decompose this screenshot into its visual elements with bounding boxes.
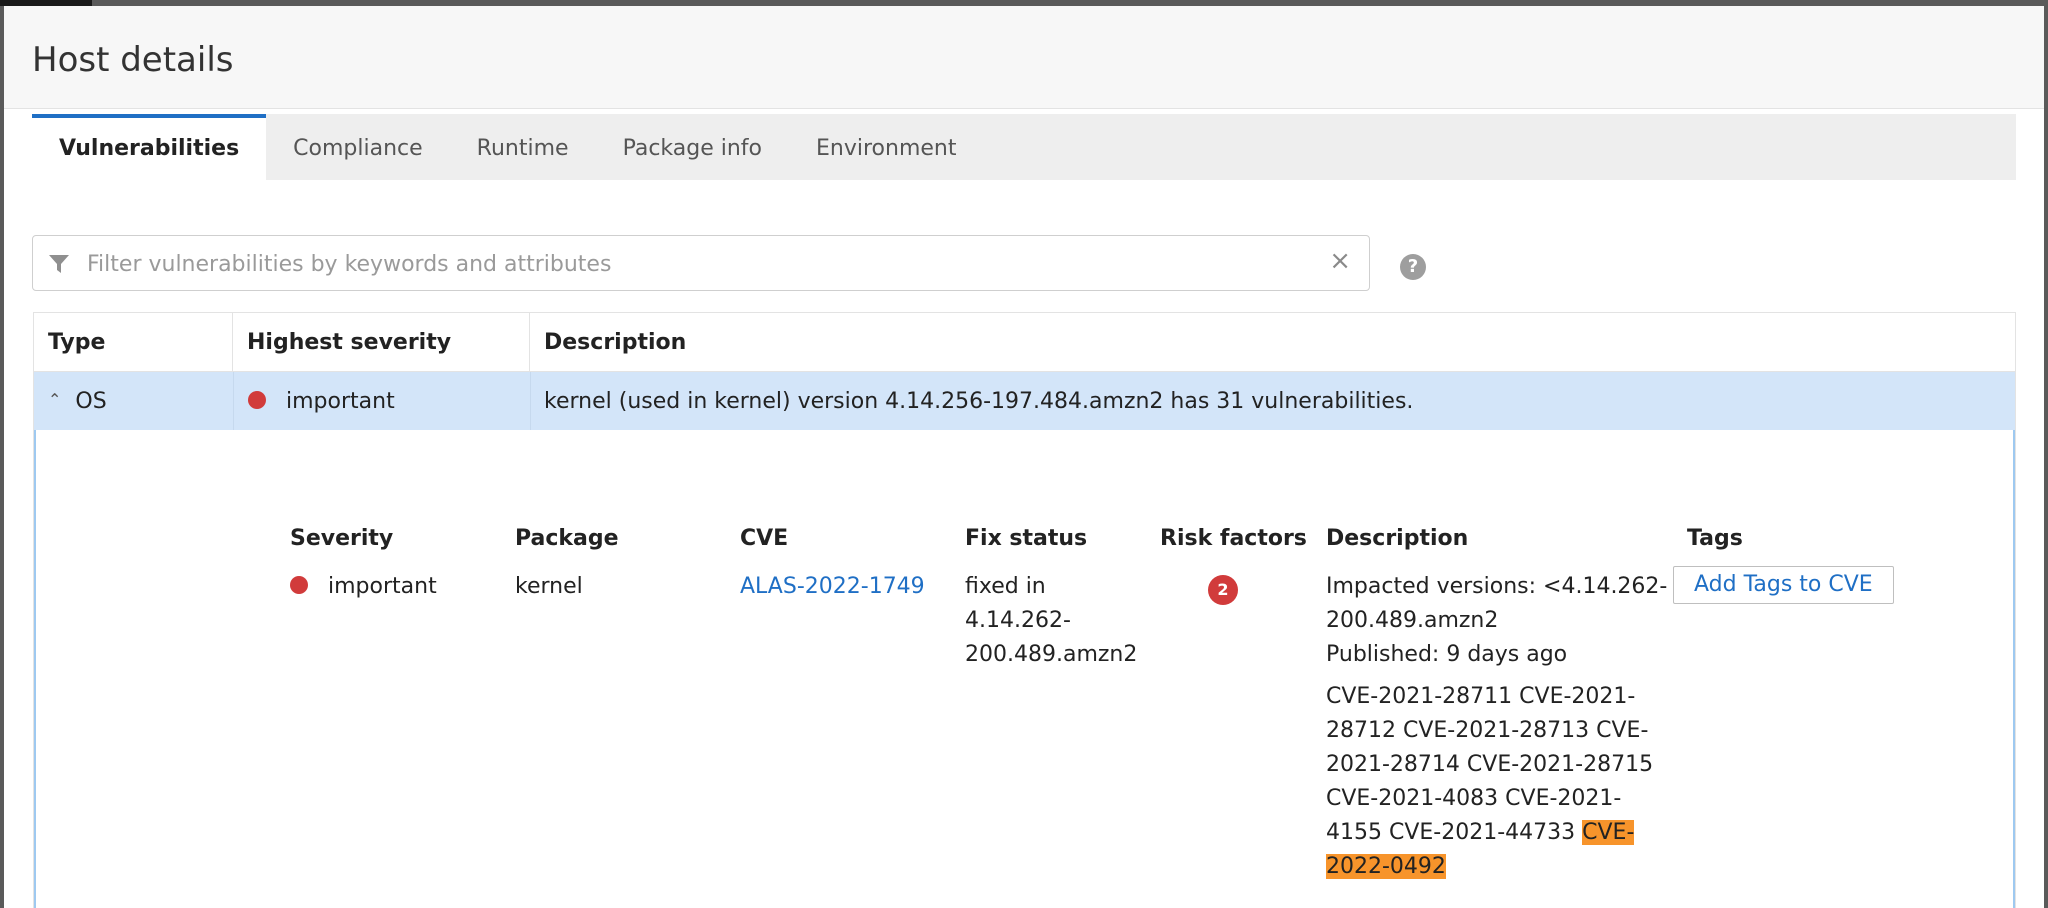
detail-header-risk-factors: Risk factors (1160, 526, 1307, 551)
severity-dot-icon (290, 576, 308, 594)
row-description: kernel (used in kernel) version 4.14.256… (544, 389, 1414, 414)
fix-status-line: fixed in (965, 574, 1046, 599)
cve-link[interactable]: ALAS-2022-1749 (740, 574, 925, 599)
expanded-detail: Severity Package CVE Fix status Risk fac… (34, 430, 2015, 908)
cve-list-last-line: 4155 CVE-2021-44733 CVE- (1326, 816, 1666, 850)
cve-highlight: CVE- (1582, 820, 1635, 845)
table-header: Type Highest severity Description (34, 313, 2015, 372)
header-highest-severity[interactable]: Highest severity (233, 313, 530, 371)
row-type: OS (75, 389, 107, 414)
detail-header-tags: Tags (1687, 526, 1743, 551)
filter-input[interactable] (85, 244, 1309, 284)
impacted-line: 200.489.amzn2 (1326, 608, 1499, 633)
chevron-up-icon[interactable]: ⌃ (48, 370, 61, 430)
row-type-cell: ⌃ OS (48, 372, 107, 430)
severity-dot-icon (248, 391, 266, 409)
published-text: Published: 9 days ago (1326, 642, 1568, 667)
header-type[interactable]: Type (34, 313, 233, 371)
detail-header-fix-status: Fix status (965, 526, 1088, 551)
tab-runtime[interactable]: Runtime (450, 114, 596, 180)
filter-box: × (32, 235, 1370, 291)
row-severity-cell: important (248, 372, 395, 430)
tab-bar: Vulnerabilities Compliance Runtime Packa… (32, 114, 2016, 180)
detail-fix-status: fixed in 4.14.262- 200.489.amzn2 (965, 570, 1137, 672)
detail-severity-cell: important (290, 570, 437, 604)
cve-list-line: 28712 CVE-2021-28713 CVE- (1326, 718, 1649, 743)
detail-header-severity: Severity (290, 526, 394, 551)
panel-header: Host details (4, 6, 2044, 109)
row-severity: important (286, 389, 395, 414)
add-tags-button[interactable]: Add Tags to CVE (1673, 566, 1894, 604)
host-details-panel: Host details Vulnerabilities Compliance … (4, 6, 2044, 908)
impacted-line: Impacted versions: <4.14.262- (1326, 574, 1668, 599)
tab-vulnerabilities[interactable]: Vulnerabilities (32, 114, 267, 180)
detail-description: Impacted versions: <4.14.262- 200.489.am… (1326, 570, 1668, 884)
page-title: Host details (32, 40, 234, 80)
header-description[interactable]: Description (530, 313, 2016, 371)
fix-status-line: 4.14.262- (965, 608, 1071, 633)
cve-list-line: CVE-2021-28711 CVE-2021- (1326, 684, 1636, 709)
detail-header-package: Package (515, 526, 619, 551)
detail-package: kernel (515, 574, 583, 599)
table-row[interactable]: ⌃ OS important kernel (used in kernel) ve… (34, 372, 2015, 430)
detail-cve-cell: ALAS-2022-1749 (740, 570, 925, 604)
cve-list-line: CVE-2021-4083 CVE-2021- (1326, 786, 1622, 811)
detail-header-description: Description (1326, 526, 1469, 551)
tab-compliance[interactable]: Compliance (266, 114, 450, 180)
detail-header-cve: CVE (740, 526, 789, 551)
tab-package-info[interactable]: Package info (596, 114, 789, 180)
vulnerabilities-table: Type Highest severity Description ⌃ OS im… (33, 312, 2016, 908)
cve-list-line: 4155 CVE-2021-44733 (1326, 820, 1583, 845)
column-divider (233, 372, 234, 430)
help-icon[interactable]: ? (1400, 254, 1426, 280)
filter-icon (49, 255, 69, 273)
clear-icon[interactable]: × (1329, 246, 1351, 276)
column-divider (530, 372, 531, 430)
tab-environment[interactable]: Environment (789, 114, 983, 180)
cve-list-line: 2021-28714 CVE-2021-28715 (1326, 752, 1654, 777)
cve-highlight: 2022-0492 (1326, 854, 1446, 879)
detail-severity: important (328, 574, 437, 599)
risk-factors-badge[interactable]: 2 (1208, 575, 1238, 605)
fix-status-line: 200.489.amzn2 (965, 642, 1138, 667)
